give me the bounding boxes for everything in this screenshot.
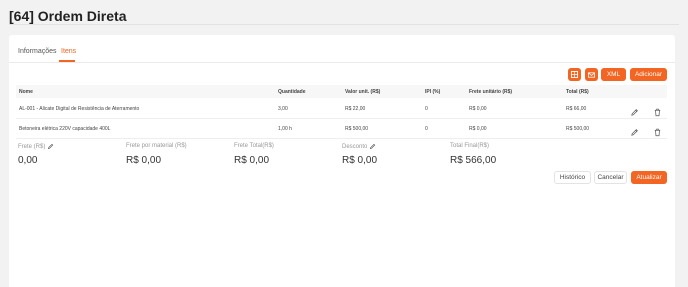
mail-icon: [588, 71, 595, 78]
table-row: AL-001 - Alicate Digital de Resistência …: [16, 99, 667, 119]
cancel-button[interactable]: Cancelar: [594, 171, 627, 184]
frete-total-label: Frete Total(R$): [234, 143, 274, 149]
cell-quantidade: 3,00: [278, 106, 288, 112]
title-divider: [9, 24, 679, 25]
frete-material-label: Frete por material (R$): [126, 143, 187, 149]
historico-button[interactable]: Histórico: [554, 171, 591, 184]
tab-informacoes[interactable]: Informações: [18, 48, 57, 55]
tab-divider: [9, 62, 675, 63]
cell-quantidade: 1,00 h: [278, 126, 292, 132]
header-nome: Nome: [19, 89, 33, 95]
update-button[interactable]: Atualizar: [631, 171, 667, 184]
cell-total: R$ 500,00: [566, 126, 590, 132]
header-frete-unit: Frete unitário (R$): [469, 89, 513, 95]
pencil-icon[interactable]: [47, 143, 54, 150]
table-header: Nome Quantidade Valor unit. (R$) IPI (%)…: [16, 85, 667, 98]
cell-total: R$ 66,00: [566, 106, 587, 112]
pencil-icon[interactable]: [630, 124, 639, 136]
desconto-label: Desconto: [342, 143, 376, 150]
cell-valor-unit: R$ 22,00: [345, 106, 366, 112]
cell-frete-unit: R$ 0,00: [469, 106, 487, 112]
pencil-icon[interactable]: [630, 104, 639, 116]
cell-ipi: 0: [425, 126, 428, 132]
total-final-label: Total Final(R$): [450, 143, 490, 149]
cell-ipi: 0: [425, 106, 428, 112]
trash-icon[interactable]: [653, 124, 662, 137]
header-total: Total (R$): [566, 89, 589, 95]
add-item-button[interactable]: Adicionar: [630, 68, 667, 81]
header-valor-unit: Valor unit. (R$): [345, 89, 381, 95]
total-final-value: R$ 566,00: [450, 155, 497, 166]
cell-nome: AL-001 - Alicate Digital de Resistência …: [19, 106, 140, 112]
header-quantidade: Quantidade: [278, 89, 306, 95]
grid-view-button[interactable]: [568, 68, 581, 81]
page-title: [64] Ordem Direta: [9, 8, 127, 24]
xml-button[interactable]: XML: [601, 68, 626, 81]
frete-label: Frete (R$): [18, 143, 54, 150]
frete-total-value: R$ 0,00: [234, 155, 270, 166]
frete-label-text: Frete (R$): [18, 143, 46, 150]
desconto-label-text: Desconto: [342, 143, 368, 150]
trash-icon[interactable]: [653, 104, 662, 117]
pencil-icon[interactable]: [369, 143, 376, 150]
email-button[interactable]: [585, 68, 598, 81]
desconto-value: R$ 0,00: [342, 155, 378, 166]
frete-material-value: R$ 0,00: [126, 155, 162, 166]
cell-valor-unit: R$ 500,00: [345, 126, 369, 132]
frete-value: 0,00: [18, 155, 38, 166]
header-ipi: IPI (%): [425, 89, 441, 95]
cell-nome: Betoneira elétrica 220V capacidade 400L: [19, 126, 111, 132]
main-card: Informações Itens XML Adicionar Nome Qua…: [9, 35, 675, 287]
grid-icon: [571, 71, 578, 78]
table-row: Betoneira elétrica 220V capacidade 400L …: [16, 119, 667, 139]
cell-frete-unit: R$ 0,00: [469, 126, 487, 132]
tab-itens[interactable]: Itens: [61, 48, 76, 55]
